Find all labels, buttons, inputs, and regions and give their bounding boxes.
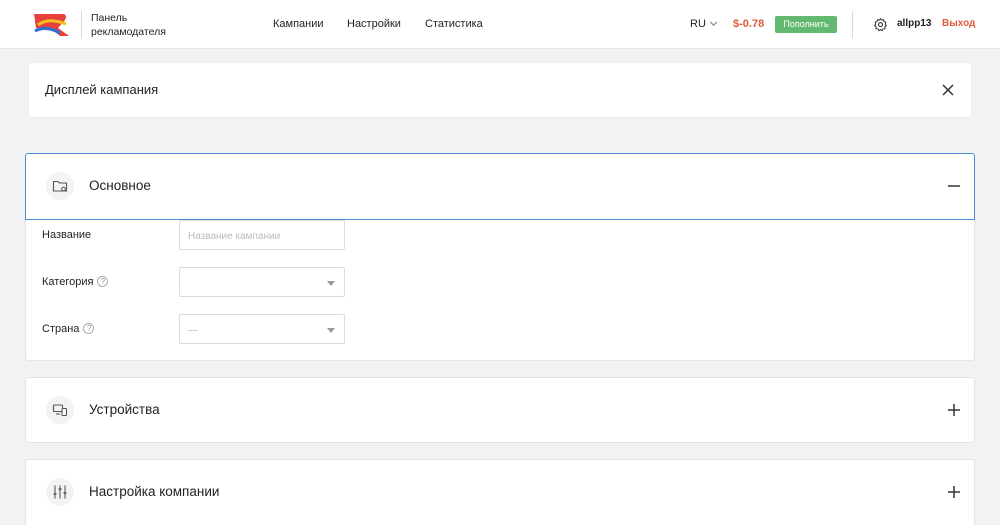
close-icon[interactable] xyxy=(941,83,955,97)
country-label-row: Страна? xyxy=(42,323,95,335)
dropdown-caret-icon xyxy=(327,328,335,333)
logo-icon[interactable] xyxy=(32,11,72,38)
category-select[interactable] xyxy=(179,267,345,297)
brand-title: Панель рекламодателя xyxy=(91,12,166,38)
username: allpp13 xyxy=(897,18,932,29)
logout-link[interactable]: Выход xyxy=(942,18,975,29)
header-divider xyxy=(852,11,853,38)
section-main-header[interactable]: Основное xyxy=(25,153,975,220)
country-label: Страна xyxy=(42,323,80,335)
sliders-icon xyxy=(46,478,74,506)
section-devices-header[interactable]: Устройства xyxy=(26,378,974,443)
nav-settings[interactable]: Настройки xyxy=(347,18,401,30)
folder-settings-icon xyxy=(46,172,74,200)
chevron-down-icon xyxy=(709,18,718,26)
logo-divider xyxy=(81,11,82,39)
category-label: Категория xyxy=(42,276,94,288)
dropdown-caret-icon xyxy=(327,281,335,286)
section-devices: Устройства xyxy=(25,377,975,443)
section-company-settings-header[interactable]: Настройка компании xyxy=(26,460,974,525)
section-company-settings: Настройка компании xyxy=(25,459,975,525)
language-selector[interactable]: RU xyxy=(690,18,718,30)
nav-campaigns[interactable]: Кампании xyxy=(273,18,324,30)
help-icon[interactable]: ? xyxy=(97,276,109,287)
top-header: Панель рекламодателя Кампании Настройки … xyxy=(0,0,1000,49)
page-title-bar: Дисплей кампания xyxy=(29,63,971,117)
category-label-row: Категория? xyxy=(42,276,109,288)
section-main: Основное Название Название кампании Кате… xyxy=(25,153,975,361)
section-main-title: Основное xyxy=(89,178,151,193)
balance-amount: $-0.78 xyxy=(733,18,765,30)
gear-icon[interactable] xyxy=(873,17,888,32)
campaign-name-input[interactable]: Название кампании xyxy=(179,220,345,250)
nav-statistics[interactable]: Статистика xyxy=(425,18,483,30)
country-select[interactable]: — xyxy=(179,314,345,344)
language-label: RU xyxy=(690,18,706,30)
topup-button[interactable]: Пополнить xyxy=(775,16,837,33)
section-company-settings-title: Настройка компании xyxy=(89,484,220,499)
help-icon[interactable]: ? xyxy=(83,323,95,334)
expand-plus-icon[interactable] xyxy=(947,485,961,499)
collapse-minus-icon[interactable] xyxy=(947,179,961,193)
country-value: — xyxy=(188,325,198,336)
name-label: Название xyxy=(42,229,92,241)
expand-plus-icon[interactable] xyxy=(947,403,961,417)
section-main-body: Название Название кампании Категория? Ст… xyxy=(25,220,975,361)
page-title: Дисплей кампания xyxy=(45,82,159,97)
devices-icon xyxy=(46,396,74,424)
section-devices-title: Устройства xyxy=(89,402,160,417)
